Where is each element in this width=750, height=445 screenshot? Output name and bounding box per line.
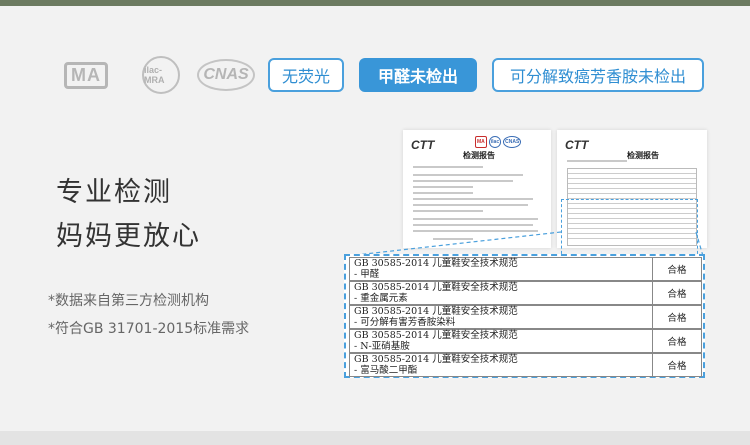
result-status: 合格 [652, 282, 701, 304]
result-item: - 重金属元素 [354, 293, 408, 304]
result-standard: GB 30585-2014 儿童鞋安全技术规范 [354, 306, 518, 317]
result-standard-cell: GB 30585-2014 儿童鞋安全技术规范 - 可分解有害芳香胺染料 [350, 306, 652, 328]
result-row: GB 30585-2014 儿童鞋安全技术规范 - N-亚硝基胺 合格 [349, 329, 702, 353]
result-standard-cell: GB 30585-2014 儿童鞋安全技术规范 - 甲醛 [350, 258, 652, 280]
result-standard-cell: GB 30585-2014 儿童鞋安全技术规范 - 重金属元素 [350, 282, 652, 304]
test-results-panel: GB 30585-2014 儿童鞋安全技术规范 - 甲醛 合格 GB 30585… [344, 254, 705, 378]
result-row: GB 30585-2014 儿童鞋安全技术规范 - 重金属元素 合格 [349, 281, 702, 305]
result-standard: GB 30585-2014 儿童鞋安全技术规范 [354, 258, 518, 269]
result-standard-cell: GB 30585-2014 儿童鞋安全技术规范 - 富马酸二甲酯 [350, 354, 652, 376]
result-item: - 甲醛 [354, 269, 380, 280]
result-row: GB 30585-2014 儿童鞋安全技术规范 - 甲醛 合格 [349, 257, 702, 281]
result-status: 合格 [652, 306, 701, 328]
result-standard-cell: GB 30585-2014 儿童鞋安全技术规范 - N-亚硝基胺 [350, 330, 652, 352]
result-status: 合格 [652, 258, 701, 280]
result-status: 合格 [652, 330, 701, 352]
result-status: 合格 [652, 354, 701, 376]
result-row: GB 30585-2014 儿童鞋安全技术规范 - 可分解有害芳香胺染料 合格 [349, 305, 702, 329]
result-standard: GB 30585-2014 儿童鞋安全技术规范 [354, 330, 518, 341]
result-standard: GB 30585-2014 儿童鞋安全技术规范 [354, 354, 518, 365]
result-standard: GB 30585-2014 儿童鞋安全技术规范 [354, 282, 518, 293]
result-item: - 可分解有害芳香胺染料 [354, 317, 456, 328]
result-item: - 富马酸二甲酯 [354, 365, 418, 376]
bottom-strip [0, 431, 750, 445]
zoom-connector-lines [346, 231, 704, 257]
result-row: GB 30585-2014 儿童鞋安全技术规范 - 富马酸二甲酯 合格 [349, 353, 702, 377]
result-item: - N-亚硝基胺 [354, 341, 410, 352]
